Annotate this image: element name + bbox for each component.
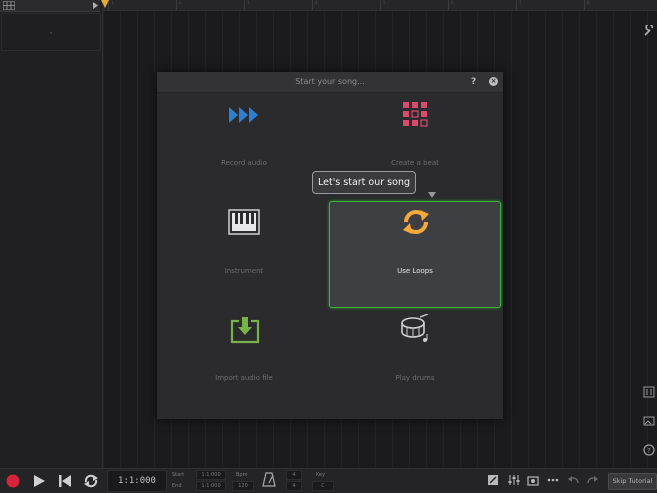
option-import-audio[interactable]: Import audio file [158,308,330,415]
help-button[interactable]: ? [471,76,476,88]
start-song-dialog: Start your song... ? × Record audio Crea… [157,72,503,419]
option-label: Instrument [224,267,264,275]
bpm-field[interactable]: 120 [232,481,254,491]
loop-refresh-icon [403,210,429,234]
expand-arrow-icon[interactable] [92,1,99,10]
undo-icon[interactable] [567,473,579,487]
pencil-icon[interactable] [487,473,499,487]
image-icon[interactable] [643,415,655,427]
help-circle-icon[interactable]: ? [643,444,655,456]
option-label: Import audio file [215,374,273,382]
key-field[interactable]: C [312,481,334,491]
start-field[interactable]: 1:1:000 [196,470,226,480]
start-label: Start [172,472,185,478]
mixer-icon[interactable] [643,386,655,398]
time-signature-top[interactable]: 4 [286,470,302,480]
play-button[interactable] [31,473,47,489]
option-play-drums[interactable]: Play drums [329,308,501,415]
option-instrument[interactable]: Instrument [158,201,330,308]
option-label: Use Loops [397,267,433,275]
option-label: Play drums [395,374,435,382]
beat-grid-icon [403,102,428,127]
skip-tutorial-button[interactable]: Skip Tutorial [608,473,657,490]
option-label: Record audio [221,159,267,167]
drum-icon [401,314,429,342]
metronome-icon[interactable] [262,472,276,487]
record-button[interactable] [5,473,21,489]
close-button[interactable]: × [489,77,498,86]
more-options-icon[interactable] [547,473,559,487]
mixer-sliders-icon[interactable] [508,473,520,487]
track-panel [0,0,103,468]
key-label: Key [316,472,326,478]
wrench-icon[interactable] [643,23,655,37]
tutorial-tooltip: Let's start our song [312,171,416,194]
tooltip-text: Let's start our song [318,177,410,188]
import-download-icon [230,317,260,344]
option-record-audio[interactable]: Record audio [158,93,330,200]
dialog-title: Start your song... [295,77,365,86]
empty-track-slot[interactable] [1,13,101,51]
playhead-marker[interactable] [101,0,109,8]
fast-forward-icon [229,107,258,123]
bpm-label: Bpm [236,472,248,478]
end-label: End [172,483,182,489]
grid-view-icon[interactable] [3,1,15,10]
tooltip-tail [428,192,436,198]
time-display[interactable]: 1:1:000 [107,470,167,492]
track-header [0,0,100,12]
time-signature-bottom[interactable]: 4 [286,481,302,491]
svg-text:?: ? [647,447,651,455]
piano-keys-icon [228,209,260,235]
redo-icon[interactable] [587,473,599,487]
end-field[interactable]: 1:1:000 [196,481,226,491]
rewind-to-start-button[interactable] [57,473,73,489]
loop-toggle-button[interactable] [83,473,99,489]
option-use-loops[interactable]: Use Loops [329,201,501,308]
option-label: Create a beat [391,159,439,167]
camera-icon[interactable] [527,473,539,487]
timeline-ruler[interactable]: 1 2 3 4 5 6 7 8 [103,0,657,11]
dialog-header: Start your song... ? × [157,72,503,93]
